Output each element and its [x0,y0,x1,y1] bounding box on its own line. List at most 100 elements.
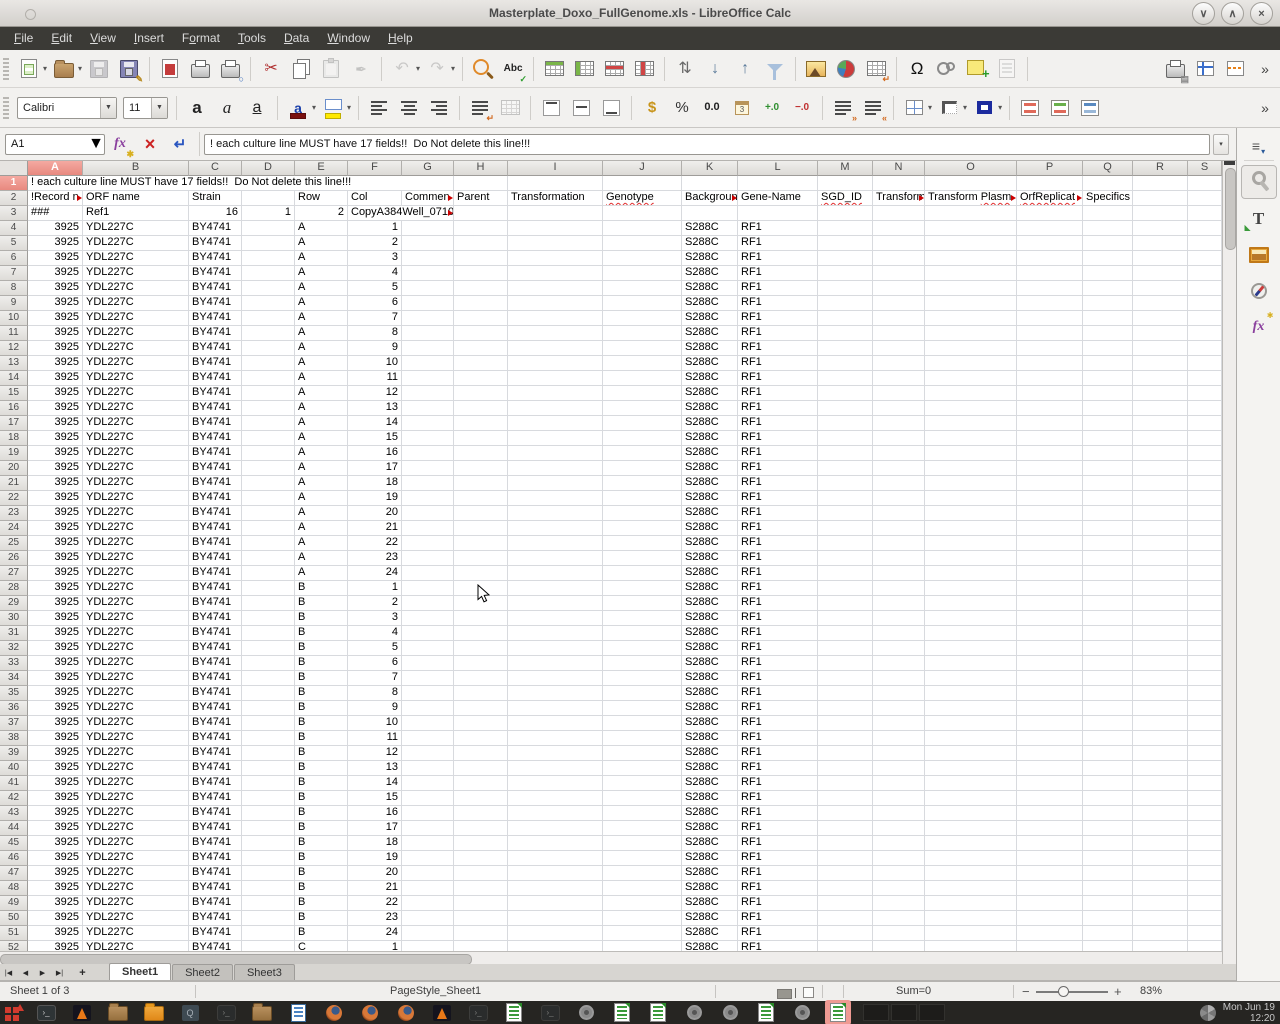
name-box-dropdown-icon[interactable]: ▼ [88,135,104,153]
cell-M27[interactable] [818,566,873,581]
cell-H49[interactable] [454,896,508,911]
cell-B42[interactable]: YDL227C [83,791,189,806]
cell-J37[interactable] [603,716,682,731]
page-style[interactable]: PageStyle_Sheet1 [390,985,481,997]
cell-S1[interactable] [1188,176,1222,191]
cell-N35[interactable] [873,686,925,701]
cell-I37[interactable] [508,716,603,731]
cell-R40[interactable] [1133,761,1188,776]
cell-G19[interactable] [402,446,454,461]
cell-O46[interactable] [925,851,1017,866]
cell-N24[interactable] [873,521,925,536]
cell-O3[interactable] [925,206,1017,221]
cell-F21[interactable]: 18 [348,476,402,491]
cell-K22[interactable]: S288C [682,491,738,506]
cell-L3[interactable] [738,206,818,221]
cell-L15[interactable]: RF1 [738,386,818,401]
cell-C35[interactable]: BY4741 [189,686,242,701]
cell-Q32[interactable] [1083,641,1133,656]
cell-K20[interactable]: S288C [682,461,738,476]
cell-E8[interactable]: A [295,281,348,296]
cell-E44[interactable]: B [295,821,348,836]
cell-H14[interactable] [454,371,508,386]
cell-A44[interactable]: 3925 [28,821,83,836]
insert-sheet-button[interactable]: + [74,965,91,980]
cell-Q1[interactable] [1083,176,1133,191]
increase-indent-button[interactable]: » [829,94,857,122]
cell-G35[interactable] [402,686,454,701]
cell-J43[interactable] [603,806,682,821]
toolbar-overflow-button[interactable]: » [1251,55,1279,83]
cell-B6[interactable]: YDL227C [83,251,189,266]
row-header-18[interactable]: 18 [0,431,28,446]
cell-K5[interactable]: S288C [682,236,738,251]
cell-S45[interactable] [1188,836,1222,851]
cell-H51[interactable] [454,926,508,941]
cell-B2[interactable]: ORF name [83,191,189,206]
cell-A46[interactable]: 3925 [28,851,83,866]
row-header-2[interactable]: 2 [0,191,28,206]
cell-P16[interactable] [1017,401,1083,416]
vertical-scrollbar[interactable] [1222,161,1236,964]
cell-L33[interactable]: RF1 [738,656,818,671]
conditional-formatting-button[interactable] [1016,94,1044,122]
column-header-C[interactable]: C [189,161,242,176]
cell-I49[interactable] [508,896,603,911]
column-header-G[interactable]: G [402,161,454,176]
cell-Q24[interactable] [1083,521,1133,536]
cell-P9[interactable] [1017,296,1083,311]
cell-O23[interactable] [925,506,1017,521]
cell-R27[interactable] [1133,566,1188,581]
cell-B40[interactable]: YDL227C [83,761,189,776]
cell-H48[interactable] [454,881,508,896]
cell-R25[interactable] [1133,536,1188,551]
cell-E51[interactable]: B [295,926,348,941]
cell-H3[interactable] [454,206,508,221]
cell-B16[interactable]: YDL227C [83,401,189,416]
libreoffice-calc-icon[interactable] [503,1002,525,1023]
cell-O39[interactable] [925,746,1017,761]
cell-I12[interactable] [508,341,603,356]
cell-S34[interactable] [1188,671,1222,686]
row-header-7[interactable]: 7 [0,266,28,281]
cell-H32[interactable] [454,641,508,656]
cell-R50[interactable] [1133,911,1188,926]
cell-R42[interactable] [1133,791,1188,806]
row-header-31[interactable]: 31 [0,626,28,641]
cell-Q6[interactable] [1083,251,1133,266]
cell-C29[interactable]: BY4741 [189,596,242,611]
cell-N17[interactable] [873,416,925,431]
cell-P45[interactable] [1017,836,1083,851]
menu-edit[interactable]: Edit [42,27,81,50]
cell-G52[interactable] [402,941,454,951]
cell-G45[interactable] [402,836,454,851]
cell-Q20[interactable] [1083,461,1133,476]
cell-D6[interactable] [242,251,295,266]
cell-E24[interactable]: A [295,521,348,536]
cell-B36[interactable]: YDL227C [83,701,189,716]
row-header-20[interactable]: 20 [0,461,28,476]
terminal-icon[interactable]: ›_ [35,1002,57,1023]
cell-S24[interactable] [1188,521,1222,536]
cell-F52[interactable]: 1 [348,941,402,951]
row-header-8[interactable]: 8 [0,281,28,296]
cell-M17[interactable] [818,416,873,431]
cell-M30[interactable] [818,611,873,626]
cell-D31[interactable] [242,626,295,641]
column-header-B[interactable]: B [83,161,189,176]
cell-H45[interactable] [454,836,508,851]
cell-L7[interactable]: RF1 [738,266,818,281]
cell-M32[interactable] [818,641,873,656]
cell-J28[interactable] [603,581,682,596]
cancel-button[interactable]: × [136,130,164,158]
cell-A8[interactable]: 3925 [28,281,83,296]
cell-Q45[interactable] [1083,836,1133,851]
cell-A26[interactable]: 3925 [28,551,83,566]
cell-N40[interactable] [873,761,925,776]
selection-mode-indicator[interactable] [803,987,814,998]
cell-K41[interactable]: S288C [682,776,738,791]
cell-S16[interactable] [1188,401,1222,416]
cell-J31[interactable] [603,626,682,641]
cell-S52[interactable] [1188,941,1222,951]
cell-R35[interactable] [1133,686,1188,701]
